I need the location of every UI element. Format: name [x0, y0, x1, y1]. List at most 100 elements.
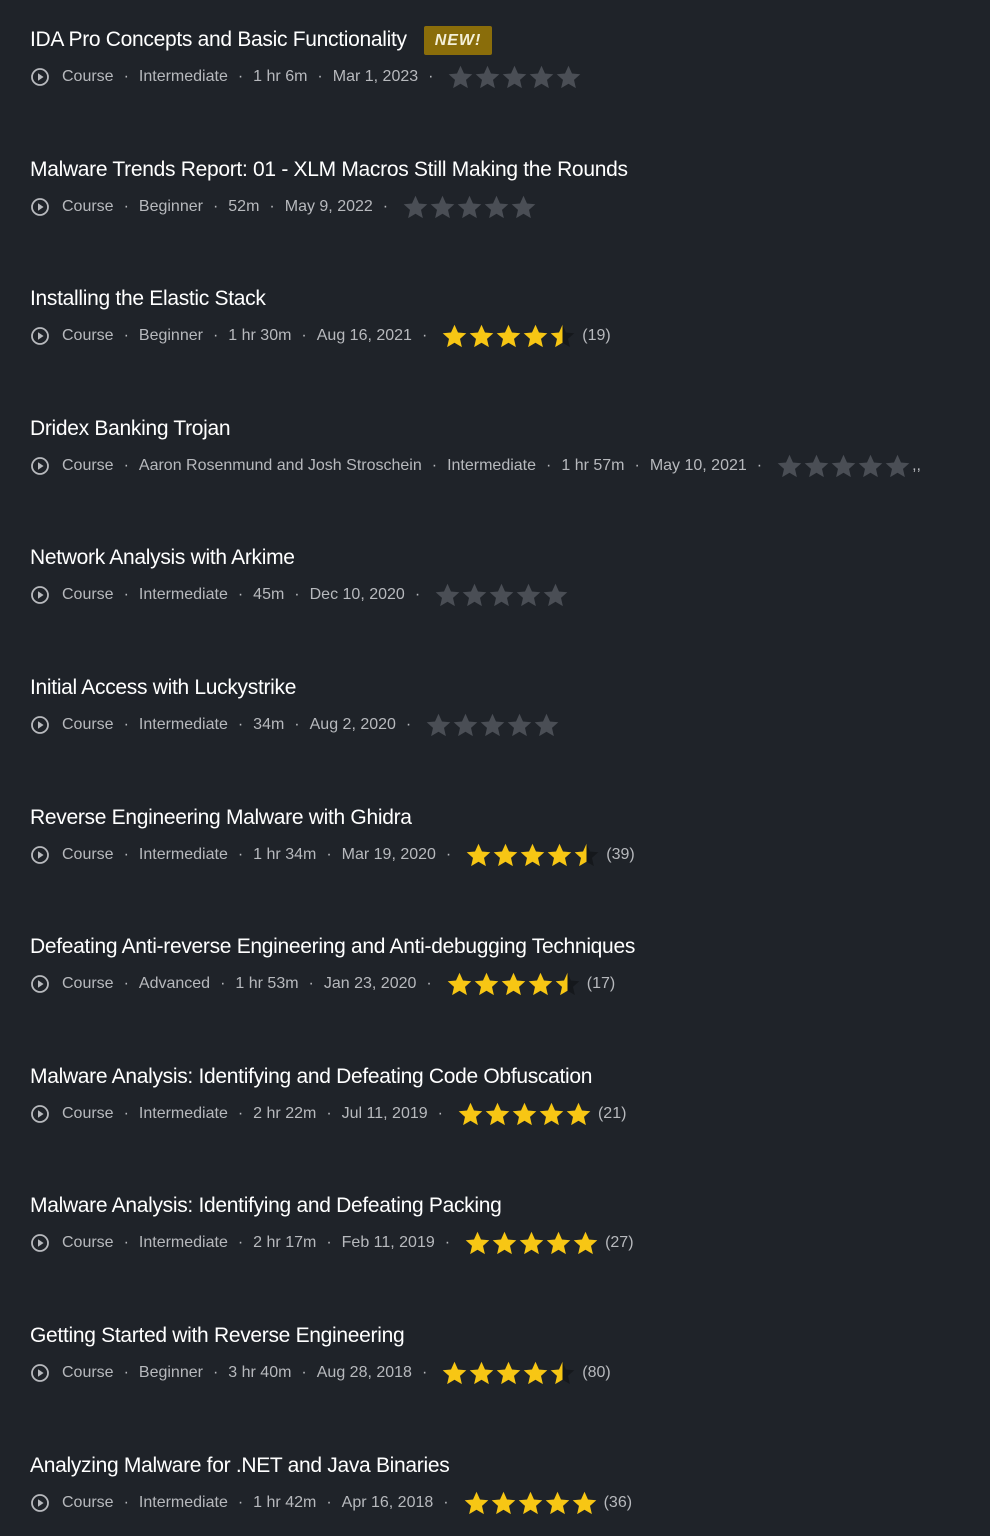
separator-dot: ·	[437, 1105, 443, 1122]
course-item[interactable]: Dridex Banking Trojan Course · Aaron Rosenm…	[30, 414, 960, 477]
course-item[interactable]: Malware Trends Report: 01 - XLM Macros S…	[30, 155, 960, 218]
separator-dot: ·	[326, 1105, 332, 1122]
course-title-row: Dridex Banking Trojan	[30, 414, 960, 444]
course-item[interactable]: IDA Pro Concepts and Basic Functionality…	[30, 25, 960, 88]
separator-dot: ·	[237, 846, 244, 863]
rating-stars	[434, 582, 569, 609]
star-empty-icon	[831, 454, 856, 477]
meta-field: 2 hr 22m	[253, 1105, 317, 1122]
course-meta: Course · Beginner · 1 hr 30m · Aug 16, 2021 · (1…	[30, 324, 960, 347]
star-empty-icon	[534, 713, 559, 736]
star-filled-icon	[469, 324, 494, 347]
star-empty-icon	[403, 195, 428, 218]
content-type-label: Course	[62, 586, 114, 603]
course-meta: Course · Intermediate · 34m · Aug 2, 2020 ·	[30, 713, 960, 736]
course-item[interactable]: Defeating Anti-reverse Engineering and A…	[30, 932, 960, 995]
play-circle-icon	[30, 585, 50, 605]
separator-dot: ·	[634, 457, 640, 474]
star-half-icon	[550, 1361, 575, 1384]
course-title-row: Malware Trends Report: 01 - XLM Macros S…	[30, 155, 960, 185]
course-item[interactable]: Analyzing Malware for .NET and Java Bina…	[30, 1451, 960, 1514]
separator-dot: ·	[212, 327, 219, 344]
course-title[interactable]: Reverse Engineering Malware with Ghidra	[30, 806, 412, 830]
content-type-label: Course	[62, 975, 114, 992]
content-type-label: Course	[62, 68, 114, 85]
course-title[interactable]: Getting Started with Reverse Engineering	[30, 1324, 405, 1348]
star-filled-icon	[523, 324, 548, 347]
course-title[interactable]: IDA Pro Concepts and Basic Functionality	[30, 28, 407, 52]
separator-dot: ·	[414, 586, 421, 603]
play-circle-icon	[30, 197, 50, 217]
course-item[interactable]: Getting Started with Reverse Engineering…	[30, 1321, 960, 1384]
course-item[interactable]: Network Analysis with Arkime Course · Inter…	[30, 543, 960, 606]
course-meta: Course · Intermediate · 1 hr 6m · Mar 1, 2023 ·	[30, 64, 960, 91]
course-item[interactable]: Malware Analysis: Identifying and Defeat…	[30, 1191, 960, 1254]
separator-dot: ·	[123, 716, 129, 733]
course-title[interactable]: Malware Analysis: Identifying and Defeat…	[30, 1065, 592, 1089]
rating-stars	[441, 1360, 576, 1387]
star-empty-icon	[426, 713, 451, 736]
separator-dot: ·	[546, 457, 552, 474]
separator-dot: ·	[123, 1364, 129, 1381]
course-title[interactable]: Malware Trends Report: 01 - XLM Macros S…	[30, 158, 628, 182]
star-filled-icon	[519, 1231, 544, 1254]
separator-dot: ·	[326, 1494, 332, 1511]
course-title[interactable]: Dridex Banking Trojan	[30, 417, 231, 441]
course-meta: Course · Advanced · 1 hr 53m · Jan 23, 2020 · (1…	[30, 972, 960, 995]
star-filled-icon	[469, 1361, 494, 1384]
rating-count: (19)	[582, 327, 611, 344]
course-meta: Course · Intermediate · 2 hr 22m · Jul 11, 201…	[30, 1101, 960, 1128]
rating-stars	[457, 1101, 592, 1128]
course-item[interactable]: Malware Analysis: Identifying and Defeat…	[30, 1062, 960, 1125]
course-title[interactable]: Installing the Elastic Stack	[30, 287, 266, 311]
course-title[interactable]: Network Analysis with Arkime	[30, 546, 295, 570]
course-title[interactable]: Malware Analysis: Identifying and Defeat…	[30, 1194, 502, 1218]
star-empty-icon	[507, 713, 532, 736]
content-type-label: Course	[62, 457, 114, 474]
star-half-icon	[555, 972, 580, 995]
release-date: May 9, 2022	[284, 198, 373, 215]
star-filled-icon	[447, 972, 472, 995]
separator-dot: ·	[237, 586, 244, 603]
separator-dot: ·	[123, 198, 129, 215]
course-meta: Course · Beginner · 3 hr 40m · Aug 28, 2018 · (8…	[30, 1360, 960, 1387]
course-title[interactable]: Defeating Anti-reverse Engineering and A…	[30, 935, 635, 959]
star-filled-icon	[466, 843, 491, 866]
play-circle-icon	[30, 715, 50, 735]
separator-dot: ·	[237, 1494, 244, 1511]
play-circle-icon	[30, 67, 50, 87]
star-filled-icon	[474, 972, 499, 995]
course-item[interactable]: Initial Access with Luckystrike Course · In…	[30, 673, 960, 736]
star-empty-icon	[543, 583, 568, 606]
rating-stars	[465, 842, 600, 869]
content-type-label: Course	[62, 1494, 114, 1511]
separator-dot: ·	[237, 68, 244, 85]
separator-dot: ·	[426, 975, 432, 992]
star-filled-icon	[458, 1102, 483, 1125]
meta-field: Intermediate	[138, 716, 228, 733]
star-empty-icon	[480, 713, 505, 736]
course-title-row: Analyzing Malware for .NET and Java Bina…	[30, 1451, 960, 1481]
content-type-label: Course	[62, 1105, 114, 1122]
separator-dot: ·	[421, 327, 428, 344]
star-half-icon	[574, 843, 599, 866]
star-filled-icon	[518, 1491, 542, 1514]
rating-count: (36)	[603, 1494, 633, 1511]
rating-count: (80)	[582, 1364, 611, 1381]
course-item[interactable]: Reverse Engineering Malware with Ghidra C…	[30, 803, 960, 866]
separator-dot: ·	[326, 846, 332, 863]
course-title[interactable]: Analyzing Malware for .NET and Java Bina…	[30, 1454, 450, 1478]
rating-stars	[447, 64, 582, 91]
separator-dot: ·	[123, 1494, 129, 1511]
star-filled-icon	[512, 1102, 537, 1125]
separator-dot: ·	[301, 327, 307, 344]
course-item[interactable]: Installing the Elastic Stack Course · Begin…	[30, 284, 960, 347]
star-filled-icon	[485, 1102, 510, 1125]
meta-field: 1 hr 53m	[235, 975, 299, 992]
course-title[interactable]: Initial Access with Luckystrike	[30, 676, 296, 700]
rating-count: (17)	[586, 975, 616, 992]
star-filled-icon	[539, 1102, 564, 1125]
content-type-label: Course	[62, 1234, 114, 1251]
separator-dot: ·	[237, 1234, 244, 1251]
meta-field: 1 hr 57m	[561, 457, 625, 474]
